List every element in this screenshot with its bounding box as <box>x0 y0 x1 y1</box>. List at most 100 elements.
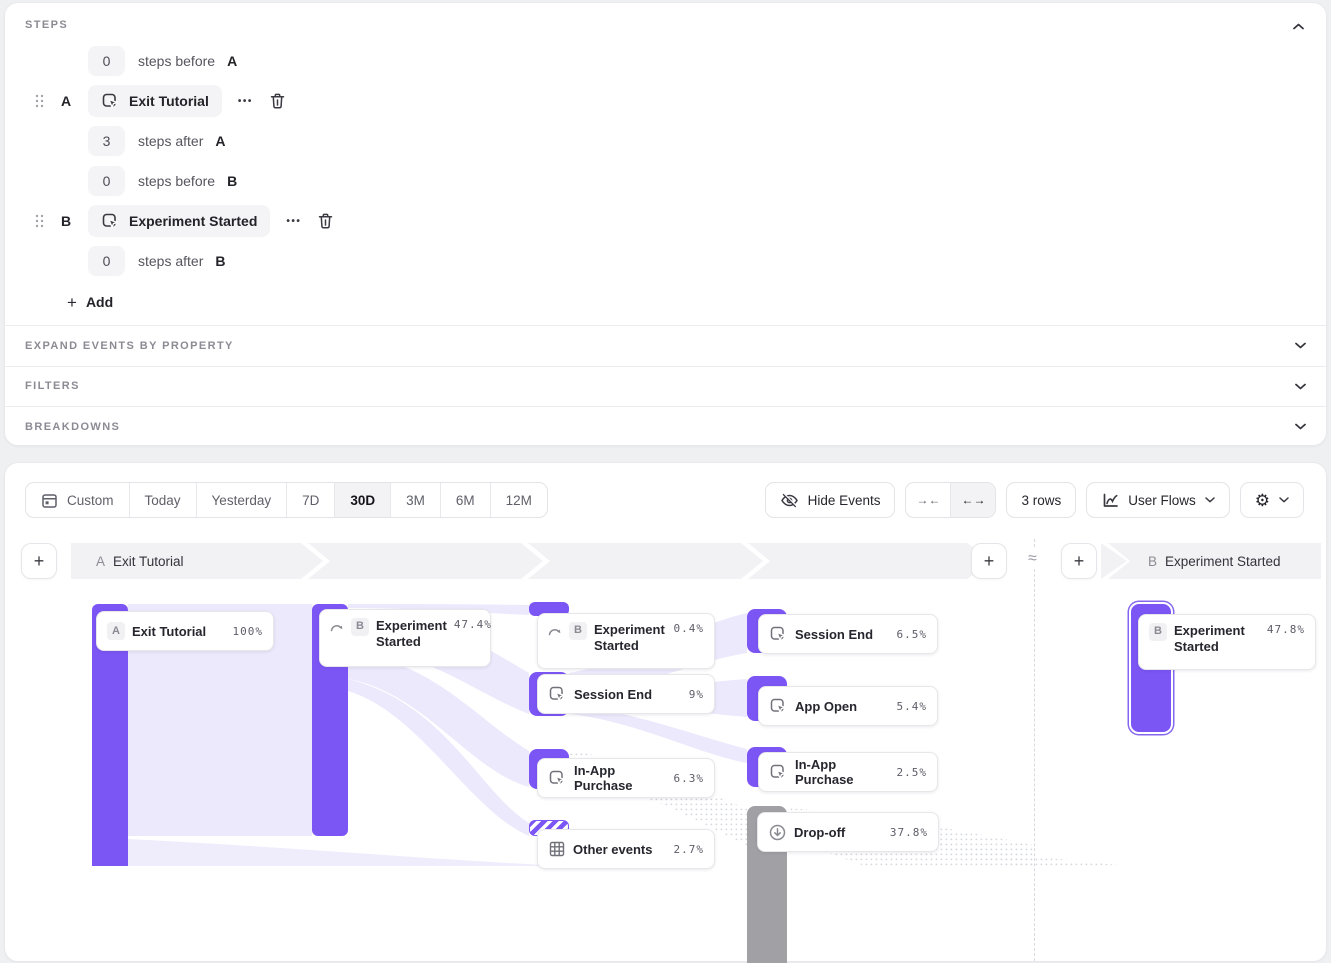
flow-node-other-events[interactable]: Other events 2.7% <box>537 829 715 869</box>
approx-symbol: ≈ <box>1025 549 1040 569</box>
section-label: FILTERS <box>25 380 80 392</box>
steps-panel-title: STEPS <box>25 19 68 31</box>
node-title: Experiment Started <box>594 622 667 655</box>
drag-handle-icon[interactable] <box>35 214 44 228</box>
add-column-before-b-button[interactable]: + <box>1061 543 1097 579</box>
flow-node-experiment-started-04[interactable]: B Experiment Started 0.4% <box>537 613 715 669</box>
steps-after-a-label: steps after <box>138 133 203 149</box>
node-title: Other events <box>573 842 652 857</box>
flow-node-experiment-started-step-b[interactable]: B Experiment Started 47.8% <box>1138 614 1316 670</box>
chevron-down-icon <box>1295 423 1306 430</box>
user-flows-report-page: { "colors": { "accent": "#7c55f5", "flow… <box>0 0 1331 865</box>
collapsed-sections: EXPAND EVENTS BY PROPERTY FILTERS BREAKD… <box>5 325 1326 447</box>
steps-after-b-row: 0 steps after B <box>88 246 226 276</box>
collapse-steps-button[interactable] <box>1288 18 1308 34</box>
node-percent: 2.7% <box>674 843 705 856</box>
approx-divider-line <box>1034 539 1035 961</box>
node-percent: 47.4% <box>454 618 492 632</box>
redirect-arrow-icon <box>330 621 344 633</box>
flow-node-in-app-purchase-25[interactable]: In-App Purchase 2.5% <box>758 752 938 792</box>
steps-after-a-row: 3 steps after A <box>88 126 226 156</box>
section-expand-events-by-property[interactable]: EXPAND EVENTS BY PROPERTY <box>5 325 1326 366</box>
section-filters[interactable]: FILTERS <box>5 366 1326 407</box>
event-icon <box>548 769 567 788</box>
flow-node-drop-off[interactable]: Drop-off 37.8% <box>757 812 939 852</box>
chevron-up-icon <box>1293 23 1304 30</box>
step-badge: B <box>1149 623 1167 641</box>
add-column-before-a-button[interactable]: + <box>21 543 57 579</box>
step-a-row: A Exit Tutorial ••• <box>35 85 286 117</box>
flow-node-session-end-9[interactable]: Session End 9% <box>537 674 715 714</box>
section-label: EXPAND EVENTS BY PROPERTY <box>25 340 234 352</box>
step-badge: A <box>107 622 125 640</box>
steps-before-b-row: 0 steps before B <box>88 166 237 196</box>
event-icon <box>101 212 120 231</box>
step-a-more-options-button[interactable]: ••• <box>238 96 253 107</box>
flow-node-in-app-purchase-63[interactable]: In-App Purchase 6.3% <box>537 758 715 798</box>
section-breakdowns[interactable]: BREAKDOWNS <box>5 406 1326 447</box>
node-title: Drop-off <box>794 825 845 840</box>
steps-panel: STEPS 0 steps before A A Exit Tutorial •… <box>4 2 1327 446</box>
drop-off-icon <box>768 823 787 842</box>
plus-icon: + <box>67 294 77 311</box>
steps-after-a-input[interactable]: 3 <box>88 126 125 156</box>
steps-before-b-input[interactable]: 0 <box>88 166 125 196</box>
event-icon <box>548 685 567 704</box>
add-step-button[interactable]: + Add <box>67 290 113 314</box>
step-ref-letter: A <box>227 53 237 69</box>
steps-before-a-input[interactable]: 0 <box>88 46 125 76</box>
node-percent: 6.5% <box>897 628 928 641</box>
node-percent: 47.8% <box>1267 623 1305 637</box>
steps-before-b-label: steps before <box>138 173 215 189</box>
grid-icon <box>548 840 566 858</box>
event-icon <box>101 92 120 111</box>
steps-before-a-label: steps before <box>138 53 215 69</box>
step-a-event-label: Exit Tutorial <box>129 93 209 109</box>
report-panel: Custom Today Yesterday 7D 30D 3M 6M 12M … <box>4 462 1327 962</box>
step-b-more-options-button[interactable]: ••• <box>286 216 301 227</box>
chevron-down-icon <box>1295 342 1306 349</box>
redirect-arrow-icon <box>548 625 562 637</box>
node-percent: 100% <box>233 625 264 638</box>
drag-handle-icon[interactable] <box>35 94 44 108</box>
node-title: In-App Purchase <box>795 757 890 787</box>
node-percent: 0.4% <box>674 622 705 636</box>
step-ref-letter: B <box>215 253 225 269</box>
flow-header-band-a <box>71 543 993 579</box>
plus-icon: + <box>1074 551 1085 572</box>
steps-after-b-label: steps after <box>138 253 203 269</box>
step-b-delete-button[interactable] <box>317 212 334 230</box>
steps-before-a-row: 0 steps before A <box>88 46 237 76</box>
step-ref-letter: A <box>215 133 225 149</box>
add-column-after-a-button[interactable]: + <box>971 543 1007 579</box>
step-badge: B <box>351 618 369 636</box>
node-percent: 37.8% <box>890 826 928 839</box>
node-percent: 2.5% <box>897 766 928 779</box>
node-title: Experiment Started <box>1174 623 1260 656</box>
plus-icon: + <box>34 551 45 572</box>
trash-icon <box>269 92 286 110</box>
event-icon <box>769 697 788 716</box>
steps-after-b-input[interactable]: 0 <box>88 246 125 276</box>
node-title: Session End <box>795 627 873 642</box>
node-percent: 6.3% <box>674 772 705 785</box>
flow-node-app-open[interactable]: App Open 5.4% <box>758 686 938 726</box>
node-title: App Open <box>795 699 857 714</box>
section-label: BREAKDOWNS <box>25 421 120 433</box>
event-icon <box>769 625 788 644</box>
flow-node-experiment-started-47[interactable]: B Experiment Started 47.4% <box>319 609 491 667</box>
step-b-letter: B <box>60 213 72 229</box>
node-percent: 5.4% <box>897 700 928 713</box>
step-a-letter: A <box>60 93 72 109</box>
step-b-event-button[interactable]: Experiment Started <box>88 205 270 237</box>
node-title: Session End <box>574 687 652 702</box>
node-percent: 9% <box>689 688 704 701</box>
step-a-event-button[interactable]: Exit Tutorial <box>88 85 222 117</box>
flow-node-session-end-65[interactable]: Session End 6.5% <box>758 614 938 654</box>
step-ref-letter: B <box>227 173 237 189</box>
step-b-row: B Experiment Started ••• <box>35 205 334 237</box>
event-icon <box>769 763 788 782</box>
trash-icon <box>317 212 334 230</box>
flow-node-exit-tutorial[interactable]: A Exit Tutorial 100% <box>96 611 274 651</box>
step-a-delete-button[interactable] <box>269 92 286 110</box>
